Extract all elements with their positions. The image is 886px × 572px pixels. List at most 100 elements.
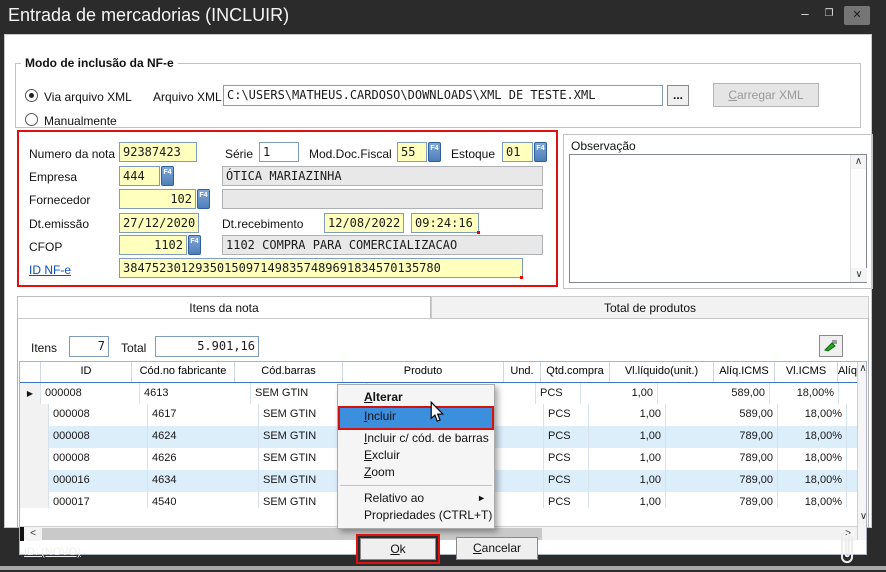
id-novo-link[interactable]: ID: (NOVO): [24, 546, 81, 558]
submenu-arrow-icon: ►: [477, 490, 486, 507]
table-vscrollbar[interactable]: ∧ ∨: [857, 362, 867, 540]
mouse-cursor-icon: [429, 401, 445, 428]
header-produto[interactable]: Produto: [343, 362, 504, 383]
ok-button[interactable]: Ok: [360, 538, 436, 560]
cell-qtd: 1,00: [589, 492, 666, 508]
total-field: 5.901,16: [155, 336, 259, 357]
cell-aliq-icms: 18,00%: [770, 383, 839, 405]
cell-vl-icms: 127,83: [847, 492, 857, 508]
paperclip-icon[interactable]: [834, 528, 860, 571]
menu-item-incluir-cod-barras[interactable]: Incluir c/ cód. de barras: [338, 430, 494, 447]
observacao-label: Observação: [571, 139, 636, 153]
header-id[interactable]: ID: [41, 362, 132, 383]
header-vl-liquido[interactable]: Vl.líquido(unit.): [610, 362, 714, 383]
estoque-label: Estoque: [451, 147, 495, 161]
mod-doc-fiscal-label: Mod.Doc.Fiscal: [309, 147, 392, 161]
empresa-input[interactable]: 444: [119, 166, 160, 186]
cell-fab: 4617: [148, 404, 259, 426]
cell-qtd: 1,00: [581, 383, 658, 405]
cell-qtd: 1,00: [589, 448, 666, 470]
serie-input[interactable]: 1: [259, 142, 299, 162]
header-vl-icms[interactable]: Vl.ICMS: [775, 362, 838, 383]
f4-lookup-icon[interactable]: F4: [534, 142, 547, 162]
menu-item-alterar[interactable]: Alterar: [338, 389, 494, 406]
cell-qtd: 1,00: [589, 470, 666, 492]
cell-id: 000008: [49, 426, 148, 448]
cell-fab: 4540: [148, 492, 259, 508]
export-icon: [823, 342, 839, 356]
cell-vl: 589,00: [666, 404, 778, 426]
numero-nota-input[interactable]: 92387423: [119, 142, 197, 162]
scroll-down-icon[interactable]: ∨: [858, 510, 867, 524]
minimize-button[interactable]: –: [796, 6, 814, 21]
export-button[interactable]: [819, 335, 843, 357]
cell-und: PCS: [544, 448, 589, 470]
radio-manual[interactable]: [25, 113, 38, 126]
menu-item-incluir[interactable]: Incluir: [338, 406, 494, 430]
scroll-left-icon[interactable]: <: [26, 527, 40, 541]
menu-item-zoom[interactable]: Zoom: [338, 464, 494, 481]
radio-selected-dot: [29, 93, 34, 98]
cell-vl: 789,00: [666, 492, 778, 508]
mod-doc-fiscal-input[interactable]: 55: [397, 142, 427, 162]
estoque-input[interactable]: 01: [502, 142, 533, 162]
observacao-textarea[interactable]: [569, 154, 867, 283]
annotation-box-ok: Ok: [356, 534, 440, 564]
row-selector: [20, 448, 49, 470]
dt-recebimento-input[interactable]: 12/08/2022: [324, 213, 404, 233]
tab-itens-da-nota[interactable]: Itens da nota: [17, 296, 431, 319]
hora-recebimento-input[interactable]: 09:24:16: [411, 213, 479, 233]
cell-fab: 4624: [148, 426, 259, 448]
menu-item-relativo-ao[interactable]: Relativo ao ►: [338, 490, 494, 507]
itens-count-label: Itens: [31, 341, 57, 355]
f4-lookup-icon[interactable]: F4: [161, 166, 174, 186]
header-cod-fabricante[interactable]: Cód.no fabricante: [132, 362, 235, 383]
carregar-xml-button[interactable]: Carregar XML: [713, 83, 819, 107]
table-header-row: ID Cód.no fabricante Cód.barras Produto …: [20, 362, 857, 383]
cell-aliq-icms: 18,00%: [778, 492, 847, 508]
header-selector: [20, 362, 41, 383]
browse-button[interactable]: ...: [667, 85, 689, 106]
arquivo-xml-input[interactable]: C:\USERS\MATHEUS.CARDOSO\DOWNLOADS\XML D…: [223, 85, 663, 106]
arquivo-xml-label: Arquivo XML: [153, 90, 217, 104]
menu-separator: [340, 485, 492, 486]
cfop-desc-field: 1102 COMPRA PARA COMERCIALIZACAO: [222, 235, 543, 255]
cell-und: PCS: [544, 492, 589, 508]
radio-via-xml[interactable]: [25, 89, 38, 102]
dt-emissao-input[interactable]: 27/12/2020: [119, 213, 199, 233]
id-nfe-link[interactable]: ID NF-e: [29, 263, 71, 277]
cell-id: 000017: [49, 492, 148, 508]
splitter-handle[interactable]: [20, 527, 24, 541]
header-cod-barras[interactable]: Cód.barras: [235, 362, 343, 383]
cell-vl: 789,00: [666, 470, 778, 492]
id-nfe-input[interactable]: 3847523012935015097149835748969183457013…: [119, 258, 523, 278]
fornecedor-input[interactable]: 102: [119, 189, 196, 209]
scroll-up-icon[interactable]: ∧: [858, 362, 867, 376]
serie-label: Série: [225, 147, 253, 161]
menu-item-excluir[interactable]: Excluir: [338, 447, 494, 464]
f4-lookup-icon[interactable]: F4: [428, 142, 441, 162]
cell-aliq-icms: 18,00%: [778, 426, 847, 448]
row-selector: [20, 470, 49, 492]
header-und[interactable]: Und.: [504, 362, 541, 383]
app-window: Entrada de mercadorias (INCLUIR) – ❐ ✕ M…: [0, 0, 886, 572]
cfop-input[interactable]: 1102: [119, 235, 187, 255]
header-qtd-compra[interactable]: Qtd.compra: [541, 362, 610, 383]
close-button[interactable]: ✕: [844, 6, 870, 25]
scroll-down-icon[interactable]: ∨: [851, 268, 867, 282]
tab-total-de-produtos[interactable]: Total de produtos: [431, 296, 869, 319]
cell-id: 000008: [49, 404, 148, 426]
f4-lookup-icon[interactable]: F4: [197, 189, 210, 209]
f4-lookup-icon[interactable]: F4: [188, 235, 201, 255]
fornecedor-desc-field: [222, 189, 543, 209]
maximize-button[interactable]: ❐: [820, 8, 838, 19]
menu-item-propriedades[interactable]: Propriedades (CTRL+T): [338, 507, 494, 524]
scroll-up-icon[interactable]: ∧: [851, 155, 866, 169]
cancel-button[interactable]: Cancelar: [456, 537, 538, 560]
window-bottom-edge: [0, 566, 886, 570]
menu-item-label: Relativo ao: [364, 491, 424, 505]
itens-count-field: 7: [69, 336, 109, 357]
validation-dot: [520, 276, 523, 279]
observacao-scrollbar[interactable]: ∧ ∨: [850, 155, 866, 282]
header-aliq-icms[interactable]: Alíq.ICMS: [714, 362, 775, 383]
